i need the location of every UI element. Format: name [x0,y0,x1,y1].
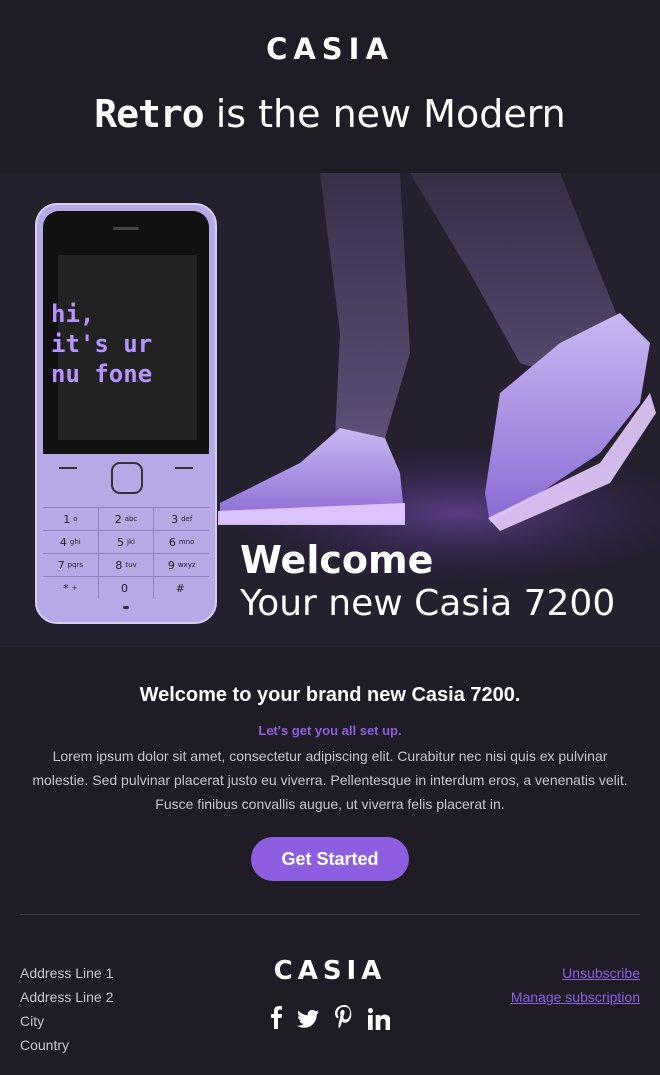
key-letters: jkl [127,538,135,546]
keypad-key: 4 ghi [43,531,98,553]
footer-divider [20,914,640,915]
key-letters: abc [124,515,138,523]
footer-links: Unsubscribe Manage subscription [511,961,640,1009]
keypad-key: * + [43,577,98,599]
keypad-key: 3 def [153,508,209,530]
content-subhead: Let's get you all set up. [258,723,402,738]
phone-navkey [111,462,143,494]
linkedin-icon[interactable] [367,1005,391,1030]
key-number: 3 [171,512,179,526]
phone-illustration: hi, it's ur nu fone 1 o 2 abc 3 def 4 ghi 5 jkl 6 m… [35,203,217,624]
email-header: CASIA Retro is the new Modern [0,0,660,173]
right-softkey [175,467,193,469]
key-number: 7 [57,558,65,572]
tagline-rest: is the new Modern [203,92,566,136]
key-number: * [63,581,69,595]
key-number: 5 [117,535,125,549]
phone-softkeys [43,455,209,507]
keypad-key: 9 wxyz [153,554,209,576]
address-line: Address Line 2 [20,989,114,1005]
keypad-key: 6 mno [153,531,209,553]
keypad-row: 4 ghi 5 jkl 6 mno [43,530,209,553]
key-number: 6 [168,535,176,549]
pinterest-icon[interactable] [334,1005,353,1029]
key-letters: mno [178,538,195,546]
social-icons [270,1005,391,1030]
key-number: 9 [167,558,175,572]
phone-screen-text: hi, it's ur nu fone [51,300,153,388]
key-number: 0 [121,581,128,595]
key-number: 2 [114,512,122,526]
address-line: Country [20,1037,70,1053]
phone-speaker [113,227,139,230]
keypad-row: 7 pqrs 8 tuv 9 wxyz [43,553,209,576]
phone-mic [123,606,129,609]
brand-logo[interactable]: CASIA [0,32,660,66]
key-number: 4 [59,535,67,549]
phone-keypad: 1 o 2 abc 3 def 4 ghi 5 jkl 6 mno 7 pqrs 8 tuv 9 wxyz * +0 # [43,507,209,599]
keypad-row: 1 o 2 abc 3 def [43,507,209,530]
keypad-row: * +0 # [43,576,209,599]
key-letters: ghi [69,538,81,546]
hero-title: Welcome [240,538,434,582]
content-body: Lorem ipsum dolor sit amet, consectetur … [32,748,628,812]
key-letters: wxyz [177,561,196,569]
tagline: Retro is the new Modern [0,92,660,136]
key-letters: def [181,515,193,523]
key-letters: o [73,515,78,523]
address-line: City [20,1013,45,1029]
get-started-button[interactable]: Get Started [251,837,409,881]
key-number: 8 [115,558,123,572]
left-softkey [59,467,77,469]
keypad-key: 0 [97,577,154,599]
keypad-key: 2 abc [97,508,154,530]
keypad-key: 5 jkl [97,531,154,553]
key-number: 1 [63,512,71,526]
key-letters: + [71,584,78,592]
keypad-key: 7 pqrs [43,554,98,576]
content-heading: Welcome to your brand new Casia 7200. [139,684,521,706]
keypad-key: 1o [43,508,98,530]
twitter-icon[interactable] [297,1005,320,1029]
hero-subtitle: Your new Casia 7200 [240,583,616,624]
keypad-key: 8 tuv [97,554,154,576]
hero-banner: hi, it's ur nu fone 1 o 2 abc 3 def 4 ghi 5 jkl 6 m… [0,173,660,647]
unsubscribe-link[interactable]: Unsubscribe [511,961,640,985]
manage-subscription-link[interactable]: Manage subscription [511,985,640,1009]
facebook-icon[interactable] [270,1005,282,1029]
keypad-key: # [153,577,209,599]
tagline-retro: Retro [94,92,204,136]
key-letters: tuv [125,561,137,569]
key-letters: pqrs [67,561,84,569]
key-number: # [175,581,185,595]
phone-bezel: hi, it's ur nu fone [43,211,209,454]
